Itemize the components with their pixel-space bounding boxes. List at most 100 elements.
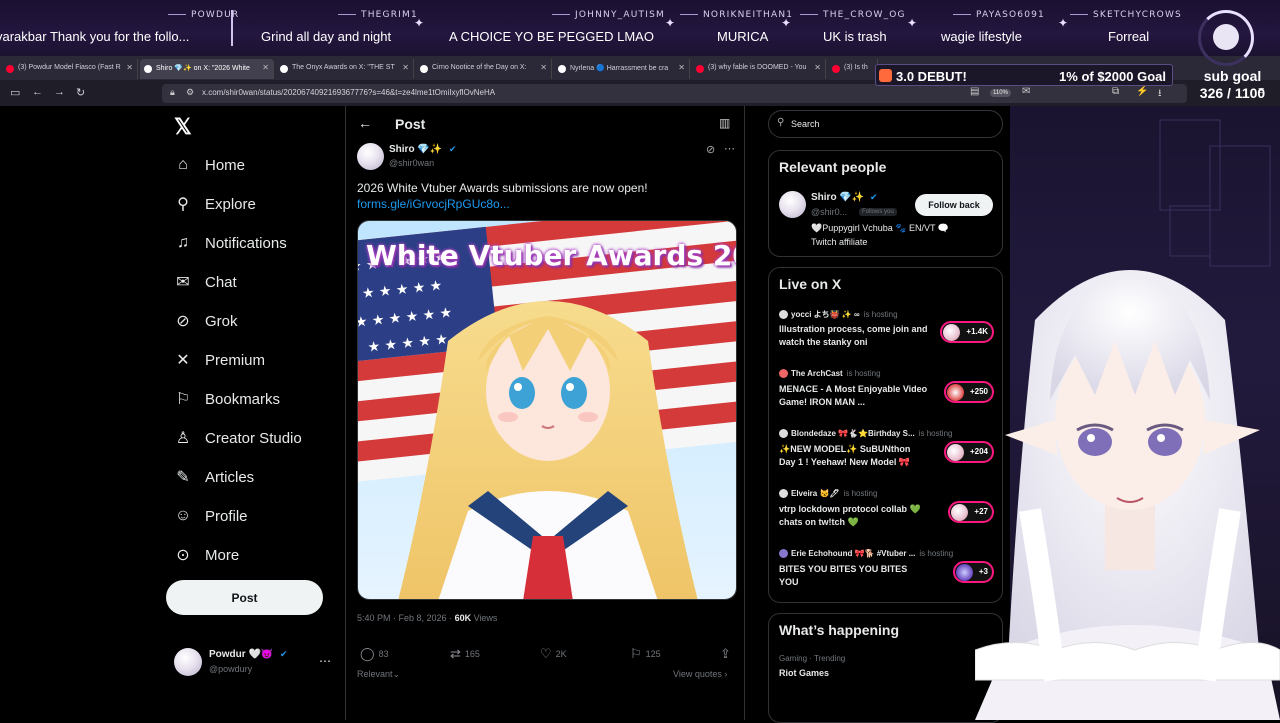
host-name: yocci よち👹 ✨ ∞ xyxy=(791,310,860,319)
live-host: The ArchCast is hosting xyxy=(779,369,881,379)
zoom-level[interactable]: 110% xyxy=(990,89,1011,97)
repost-button[interactable]: ⇄ 165 xyxy=(450,646,480,662)
bookmark-button[interactable]: ⚐ 125 xyxy=(630,646,661,662)
star-icon: ✦ xyxy=(665,16,676,30)
page-info-icon[interactable]: ⚙ xyxy=(186,87,194,98)
author-avatar[interactable] xyxy=(357,143,384,170)
x-favicon-icon xyxy=(144,65,152,73)
article-icon: ✎ xyxy=(176,469,190,486)
author-name[interactable]: Shiro 💎✨ xyxy=(389,144,442,155)
tab-label: (3) why fable is DOOMED - You xyxy=(708,64,807,71)
nav-label: More xyxy=(205,546,240,564)
ticker-message: THEGRIM1 Grind all day and night xyxy=(245,4,417,54)
account-switcher[interactable]: Powdur 🤍😈 ✔ @powdury ⋯ xyxy=(174,646,344,680)
avatar xyxy=(779,429,788,439)
close-icon[interactable]: ✕ xyxy=(126,63,133,72)
back-arrow-icon[interactable]: ← xyxy=(358,115,372,131)
live-row[interactable]: Elveira 😼🖊 is hosting vtrp lockdown proto… xyxy=(779,489,994,543)
live-row[interactable]: Blondedaze 🎀🐇⭐Birthday S... is hosting ✨N… xyxy=(779,429,994,483)
more-options-icon[interactable]: ⋯ xyxy=(724,142,735,155)
reply-button[interactable]: ◯ 83 xyxy=(360,646,389,662)
downloads-icon[interactable]: ⭳ xyxy=(1158,86,1162,103)
x-favicon-icon xyxy=(558,65,566,73)
star-icon: ✦ xyxy=(907,16,918,30)
close-icon[interactable]: ✕ xyxy=(814,63,821,72)
live-row[interactable]: Erie Echohound 🎀🐕 #Vtuber ... is hosting … xyxy=(779,549,994,603)
avatar xyxy=(946,444,964,461)
browser-tab[interactable]: Nyrlena 🔵 Harrassment be cra ✕ xyxy=(554,59,690,79)
browser-tab[interactable]: (3) Powdur Model Fiasco (Fast R ✕ xyxy=(2,59,138,79)
shield-icon[interactable]: ✉ xyxy=(1022,86,1030,97)
nav-item-bookmarks[interactable]: ⚐ Bookmarks xyxy=(173,384,280,414)
profile-icon: ☺ xyxy=(174,507,192,524)
avatar xyxy=(779,489,788,499)
live-row[interactable]: The ArchCast is hosting MENACE - A Most E… xyxy=(779,369,994,423)
browser-tab[interactable]: The Onyx Awards on X: "THE ST ✕ xyxy=(276,59,414,79)
trend-topic[interactable]: Riot Games xyxy=(779,668,829,678)
ticker-message: THE_CROW_OG UK is trash xyxy=(795,4,915,54)
host-name: Elveira 😼🖊 xyxy=(791,489,840,498)
nav-item-chat[interactable]: ✉ Chat xyxy=(173,267,236,297)
grok-explain-icon[interactable]: ⊘ xyxy=(706,143,715,156)
close-icon[interactable]: ✕ xyxy=(262,63,269,72)
post-link[interactable]: forms.gle/iGrvocjRpGUc8o... xyxy=(357,197,510,211)
reader-mode-icon[interactable]: ▥ xyxy=(719,116,730,130)
avatar xyxy=(946,384,964,401)
browser-tab[interactable]: (3) Is th xyxy=(828,59,878,79)
person-name[interactable]: Shiro 💎✨ xyxy=(811,192,864,203)
extension-icon[interactable]: ⧉ xyxy=(1112,86,1119,97)
back-icon[interactable]: ← xyxy=(32,86,43,98)
live-host: Blondedaze 🎀🐇⭐Birthday S... is hosting xyxy=(779,429,953,439)
extension-icon[interactable]: ⚡ xyxy=(1136,86,1148,97)
ticker-message: POWDUR varakbar Thank you for the follo.… xyxy=(0,4,238,54)
hosting-label: is hosting xyxy=(846,369,881,378)
author-handle[interactable]: @shir0wan xyxy=(389,158,434,168)
host-name: Blondedaze 🎀🐇⭐Birthday S... xyxy=(791,429,915,438)
youtube-favicon-icon xyxy=(832,65,840,73)
like-count: 2K xyxy=(555,649,567,659)
reload-icon[interactable]: ↻ xyxy=(76,86,85,99)
browser-tab[interactable]: (3) why fable is DOOMED - You ✕ xyxy=(692,59,826,79)
ticker-username: SKETCHYCROWS xyxy=(1070,10,1182,20)
reply-sort-dropdown[interactable]: Relevant⌄ xyxy=(357,669,400,680)
nav-label: Profile xyxy=(205,507,248,525)
sidebar-toggle-icon[interactable]: ▭ xyxy=(10,86,20,99)
post-image[interactable]: ★ ★ ★ ★ ★ ★ ★ ★ ★ ★ ★ ★ ★ ★ ★ ★ ★ ★ ★ ★ … xyxy=(357,220,737,600)
nav-item-more[interactable]: ⊙ More xyxy=(173,540,239,570)
nav-item-notifications[interactable]: ♫ Notifications xyxy=(173,228,287,258)
live-title: Illustration process, come join and watc… xyxy=(779,324,928,347)
nav-item-creator-studio[interactable]: ♙ Creator Studio xyxy=(173,423,302,453)
person-handle: @shir0... xyxy=(811,207,848,217)
forward-icon[interactable]: → xyxy=(54,86,65,98)
nav-item-articles[interactable]: ✎ Articles xyxy=(173,462,254,492)
nav-item-grok[interactable]: ⊘ Grok xyxy=(173,306,238,336)
browser-tab[interactable]: Cirno Nootice of the Day on X: ✕ xyxy=(416,59,552,79)
share-button[interactable]: ⇪ xyxy=(720,646,735,662)
nav-label: Creator Studio xyxy=(205,429,302,447)
close-icon[interactable]: ✕ xyxy=(540,63,547,72)
avatar xyxy=(174,648,202,676)
reader-view-icon[interactable]: ▤ xyxy=(970,86,979,97)
x-logo-icon[interactable]: 𝕏 xyxy=(174,114,192,140)
search-input[interactable]: ⚲ Search xyxy=(768,110,1003,138)
live-row[interactable]: yocci よち👹 ✨ ∞ is hosting Illustration pro… xyxy=(779,309,994,363)
nav-item-home[interactable]: ⌂ Home xyxy=(173,150,245,180)
nav-label: Grok xyxy=(205,312,238,330)
like-button[interactable]: ♡ 2K xyxy=(540,646,567,662)
close-icon[interactable]: ✕ xyxy=(678,63,685,72)
address-bar[interactable]: 🔒︎ ⚙ x.com/shir0wan/status/2020674092169… xyxy=(162,84,1187,103)
post-button[interactable]: Post xyxy=(166,580,323,615)
repost-icon: ⇄ xyxy=(450,646,461,661)
view-count: 60K xyxy=(454,613,472,623)
nav-item-premium[interactable]: ✕ Premium xyxy=(173,345,265,375)
view-quotes-link[interactable]: View quotes › xyxy=(673,669,727,679)
close-icon[interactable]: ✕ xyxy=(402,63,409,72)
more-options-icon[interactable]: ⋯ xyxy=(319,654,331,668)
nav-item-explore[interactable]: ⚲ Explore xyxy=(173,189,256,219)
reply-count: 83 xyxy=(378,649,389,659)
person-avatar[interactable] xyxy=(779,191,806,218)
browser-tab-active[interactable]: Shiro 💎✨ on X: "2026 White ✕ xyxy=(140,59,274,79)
nav-item-profile[interactable]: ☺ Profile xyxy=(173,501,248,531)
hosting-label: is hosting xyxy=(918,429,953,438)
post-timestamp: 5:40 PM · Feb 8, 2026 · 60K Views xyxy=(357,613,497,623)
